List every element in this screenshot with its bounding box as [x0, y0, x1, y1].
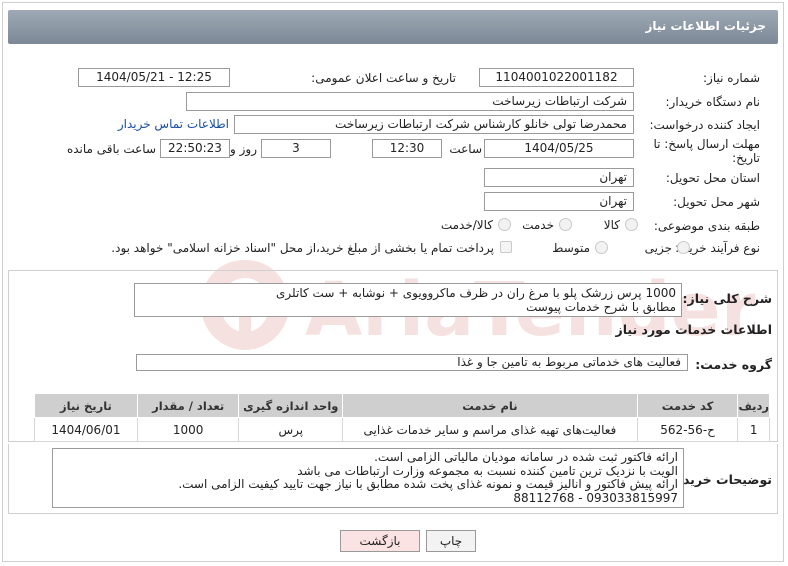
category-option-service: خدمت — [522, 218, 554, 232]
back-button[interactable]: بازگشت — [340, 530, 420, 552]
col-name-header: نام خدمت — [342, 393, 638, 418]
table-row: 1 ح-56-562 فعالیت‌های تهیه غذای مراسم و … — [34, 417, 770, 442]
summary-field: 1000 پرس زرشک پلو با مرغ ران در ظرف ماکر… — [134, 283, 682, 317]
header-bar: جزئیات اطلاعات نیاز — [8, 10, 778, 44]
deadline-label-date: تاریخ: — [732, 151, 760, 165]
summary-line-1: 1000 پرس زرشک پلو با مرغ ران در ظرف ماکر… — [276, 286, 676, 300]
table-header-row: ردیف کد خدمت نام خدمت واحد اندازه گیری ت… — [34, 393, 770, 418]
process-radio-minor[interactable] — [677, 241, 690, 254]
page-title: جزئیات اطلاعات نیاز — [645, 19, 766, 33]
treasury-payment-checkbox[interactable] — [500, 241, 512, 253]
city-field: تهران — [484, 192, 634, 211]
process-option-minor: جزیی — [644, 241, 672, 255]
category-radio-goods-service[interactable] — [498, 218, 511, 231]
buyer-notes-field: ارائه فاکتور ثبت شده در سامانه مودیان ما… — [52, 448, 684, 508]
need-number-label: شماره نیاز: — [703, 71, 760, 85]
city-label: شهر محل تحویل: — [673, 195, 760, 209]
remaining-label: ساعت باقی مانده — [66, 142, 156, 156]
summary-label: شرح کلی نیاز: — [682, 291, 772, 306]
treasury-payment-note: پرداخت تمام یا بخشی از مبلغ خرید،از محل … — [111, 241, 494, 255]
creator-field: محمدرضا تولی خانلو کارشناس شرکت ارتباطات… — [234, 115, 634, 134]
services-table: ردیف کد خدمت نام خدمت واحد اندازه گیری ت… — [34, 393, 770, 442]
need-number-field: 1104001022001182 — [479, 68, 634, 87]
contact-buyer-link[interactable]: اطلاعات تماس خریدار — [118, 117, 229, 131]
col-row-header: ردیف — [737, 393, 770, 418]
cell-code: ح-56-562 — [636, 417, 739, 442]
col-code-header: کد خدمت — [636, 393, 739, 418]
deadline-date-field: 1404/05/25 — [484, 139, 634, 158]
deadline-label: مهلت ارسال پاسخ: تا — [653, 137, 760, 151]
province-field: تهران — [484, 168, 634, 187]
col-unit-header: واحد اندازه گیری — [238, 393, 344, 418]
buyer-notes-line-2: الویت با نزدیک ترین تامین کننده نسبت به … — [297, 463, 678, 478]
deadline-time-field: 12:30 — [372, 139, 442, 158]
days-label: روز و — [230, 142, 257, 156]
buyer-notes-line-4: 88112768 - 093033815997 — [513, 490, 678, 505]
buyer-org-label: نام دستگاه خریدار: — [665, 95, 761, 109]
col-qty-header: تعداد / مقدار — [136, 393, 240, 418]
category-option-goods: کالا — [603, 218, 620, 232]
category-radio-service[interactable] — [559, 218, 572, 231]
category-label: طبقه بندی موضوعی: — [653, 219, 760, 233]
summary-line-2: مطابق با شرح خدمات پیوست — [525, 300, 676, 314]
service-group-label: گروه خدمت: — [695, 357, 772, 372]
buyer-notes-line-3: ارائه پیش فاکتور و انالیز قیمت و نمونه غ… — [178, 477, 678, 491]
service-group-field: فعالیت های خدماتی مربوط به تامین جا و غذ… — [136, 354, 688, 371]
days-field: 3 — [261, 139, 331, 158]
deadline-time-label: ساعت — [449, 142, 482, 156]
services-title: اطلاعات خدمات مورد نیاز — [615, 322, 773, 337]
category-radio-goods[interactable] — [625, 218, 638, 231]
process-radio-medium[interactable] — [595, 241, 608, 254]
creator-label: ایجاد کننده درخواست: — [649, 118, 760, 132]
remaining-time-field: 22:50:23 — [160, 139, 230, 158]
print-button[interactable]: چاپ — [426, 530, 476, 552]
cell-name: فعالیت‌های تهیه غذای مراسم و سایر خدمات … — [342, 417, 638, 442]
cell-row: 1 — [737, 417, 770, 442]
cell-unit: پرس — [238, 417, 344, 442]
buyer-org-field: شرکت ارتباطات زیرساخت — [186, 92, 634, 111]
announce-label: تاریخ و ساعت اعلان عمومی: — [311, 71, 456, 85]
col-date-header: تاریخ نیاز — [34, 393, 138, 418]
cell-qty: 1000 — [136, 417, 240, 442]
announce-field: 1404/05/21 - 12:25 — [78, 68, 230, 87]
province-label: استان محل تحویل: — [665, 171, 760, 185]
process-option-medium: متوسط — [552, 241, 590, 255]
cell-date: 1404/06/01 — [34, 417, 138, 442]
category-option-goods-service: کالا/خدمت — [440, 218, 493, 232]
buyer-notes-line-1: ارائه فاکتور ثبت شده در سامانه مودیان ما… — [374, 450, 678, 464]
